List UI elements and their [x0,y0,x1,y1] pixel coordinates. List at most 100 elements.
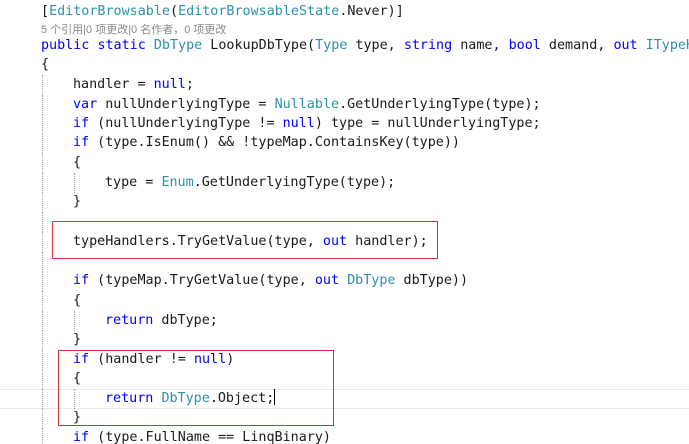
indent-guide [74,173,75,193]
type-token: Nullable [274,97,340,112]
code-text: { [73,291,81,311]
indent-guide [42,212,43,232]
code-line[interactable]: if (typeMap.TryGetValue(type, out DbType… [0,271,689,291]
code-line-open-brace[interactable]: { [0,55,689,75]
keyword-token: out [314,273,340,288]
text-token: } [73,332,82,347]
type-token: Type [315,38,348,53]
text-token: handler = [73,77,154,92]
text-token: (typeMap.TryGetValue(type, [89,273,315,288]
indent-guide [42,408,43,428]
code-text: } [73,330,81,350]
indent-guide [42,389,43,409]
text-token: } [73,194,82,209]
code-line[interactable]: if (nullUnderlyingType != null) type = n… [0,114,689,134]
code-line[interactable]: } [0,330,689,350]
indent-guide [42,252,43,272]
text-token: demand, [540,38,614,53]
indent-guide [42,428,43,444]
code-text: } [73,192,81,212]
keyword-token: bool [508,38,541,53]
indent-guide [42,133,43,153]
text-token: .GetUnderlyingType(type); [339,97,541,112]
indent-guide [42,291,43,311]
indent-guide [42,271,43,291]
code-line[interactable]: } [0,192,689,212]
text-token: dbType; [153,313,218,328]
type-token: EditorBrowsableState [178,4,340,19]
indent-guide [42,95,43,115]
highlight-box-trygetvalue [52,221,438,259]
text-token: { [73,155,82,170]
code-line-attribute[interactable]: [EditorBrowsable(EditorBrowsableState.Ne… [0,2,689,22]
code-text: public static DbType LookupDbType(Type t… [41,36,689,56]
code-line[interactable]: var nullUnderlyingType = Nullable.GetUnd… [0,95,689,115]
code-line[interactable]: handler = null; [0,75,689,95]
text-token: dbType)) [395,273,469,288]
type-token: Enum [161,175,194,190]
code-line[interactable]: type = Enum.GetUnderlyingType(type); [0,173,689,193]
code-text: return dbType; [105,311,218,331]
text-token: ; [185,77,194,92]
code-text: { [73,153,81,173]
text-token: .GetUnderlyingType(type); [193,175,396,190]
code-editor[interactable]: [EditorBrowsable(EditorBrowsableState.Ne… [0,0,689,444]
indent-guide [42,311,43,331]
code-text: if (typeMap.TryGetValue(type, out DbType… [73,271,468,291]
indent-guide [42,350,43,370]
text-token: LookupDbType( [202,38,316,53]
keyword-token: return [105,313,154,328]
code-line[interactable]: if (type.IsEnum() && !typeMap.ContainsKe… [0,133,689,153]
code-line[interactable]: { [0,153,689,173]
indent-guide [42,330,43,350]
indent-guide [42,192,43,212]
indent-guide [42,114,43,134]
keyword-token: string [403,38,453,53]
keyword-token: null [282,116,315,131]
code-line[interactable]: if (type.FullName == LinqBinary) [0,428,689,444]
text-token: ( [170,4,179,19]
text-token: type = [105,175,162,190]
code-text: [EditorBrowsable(EditorBrowsableState.Ne… [41,2,404,22]
indent-guide [42,75,43,95]
text-token: { [73,293,82,308]
highlight-box-handler-check [58,350,334,426]
text-token: { [41,57,50,72]
code-line[interactable]: { [0,291,689,311]
keyword-token: if [73,116,90,131]
keyword-token: null [153,77,186,92]
code-line[interactable]: return dbType; [0,311,689,331]
code-text: if (nullUnderlyingType != null) type = n… [73,114,541,134]
indent-guide [42,153,43,173]
text-token: (nullUnderlyingType != [89,116,283,131]
text-token: (type.IsEnum() && !typeMap.ContainsKey(t… [89,135,460,150]
text-token: .Never)] [339,4,404,19]
indent-guide [42,232,43,252]
text-token: name, [452,38,509,53]
code-text: { [41,55,49,75]
type-token: EditorBrowsable [49,4,170,19]
text-token: ) type = nullUnderlyingType; [314,116,541,131]
keyword-token: var [73,97,98,112]
keyword-token: if [73,135,90,150]
code-text: if (type.IsEnum() && !typeMap.ContainsKe… [73,133,460,153]
keyword-token: if [73,430,90,444]
indent-guide [74,311,75,331]
text-token: (type.FullName == LinqBinary) [89,430,331,444]
codelens-text: 5 个引用|0 项更改|0 名作者，0 项更改 [41,24,227,36]
text-token: type, [347,38,404,53]
text-token: nullUnderlyingType = [97,97,275,112]
code-text: if (type.FullName == LinqBinary) [73,428,331,444]
text-token: [ [41,4,50,19]
indent-guide [42,173,43,193]
codelens-references[interactable]: 5 个引用|0 项更改|0 名作者，0 项更改 [0,23,689,37]
indent-guide [42,369,43,389]
code-text: type = Enum.GetUnderlyingType(type); [105,173,395,193]
keyword-token: static [97,38,146,53]
type-token: ITypeHandler [645,38,689,53]
code-text: handler = null; [73,75,194,95]
code-line-method-signature[interactable]: public static DbType LookupDbType(Type t… [0,36,689,56]
